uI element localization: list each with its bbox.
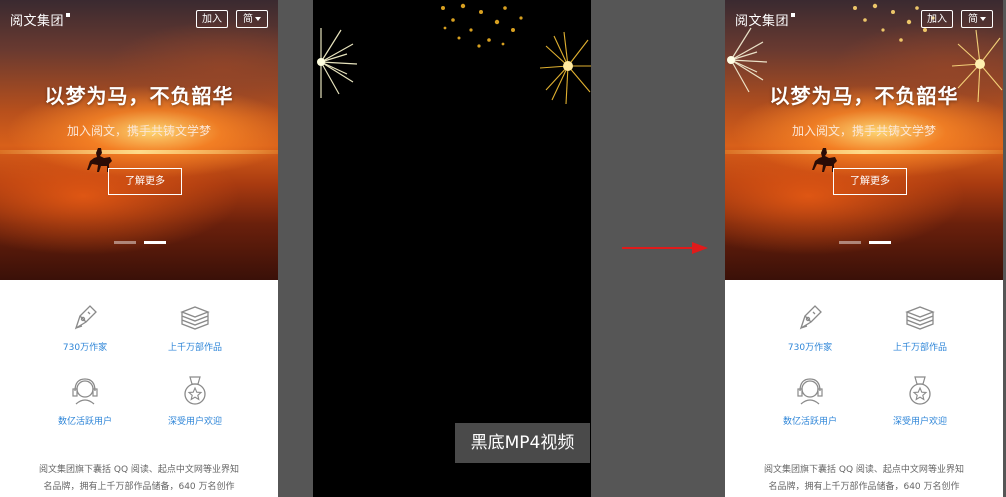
- feature-label: 深受用户欢迎: [167, 417, 222, 427]
- feature-users[interactable]: 数亿活跃用户: [755, 374, 865, 427]
- book-stack-icon: [180, 306, 210, 330]
- join-button[interactable]: 加入: [196, 10, 228, 28]
- phone-mockup-composited: 阅文集团 加入 简 以梦为马，不负韶华 加入阅文，携手共铸文学梦 了解更多 73…: [725, 0, 1003, 497]
- medal-icon: [184, 376, 206, 405]
- brand-logo[interactable]: 阅文集团: [10, 10, 71, 29]
- feature-label: 深受用户欢迎: [892, 417, 947, 427]
- language-dropdown[interactable]: 简: [961, 10, 993, 28]
- video-caption: 黑底MP4视频: [455, 423, 590, 463]
- chevron-down-icon: [255, 17, 261, 21]
- carousel-dot[interactable]: [114, 241, 136, 244]
- brand-name: 阅文集团: [10, 14, 65, 29]
- intro-line: 名品牌，拥有上千万部作品储备，640 万名创作: [43, 482, 235, 492]
- feature-works[interactable]: 上千万部作品: [140, 300, 250, 353]
- brand-name: 阅文集团: [735, 14, 790, 29]
- hero-horizon: [725, 150, 1003, 154]
- features-section: 730万作家 上千万部作品 数亿活跃用户 深受用户欢迎 阅文集团旗下囊括 QQ …: [725, 280, 1003, 497]
- feature-label: 上千万部作品: [892, 343, 947, 353]
- medal-icon: [909, 376, 931, 405]
- firework-burst-top: [441, 3, 523, 48]
- carousel-dot[interactable]: [839, 241, 861, 244]
- hero-horizon: [0, 150, 278, 154]
- phone-mockup-original: 阅文集团 加入 简 以梦为马，不负韶华 加入阅文，携手共铸文学梦 了解更多 73…: [0, 0, 278, 497]
- firework-burst-left: [317, 28, 358, 98]
- pen-nib-icon: [74, 305, 97, 330]
- hero-banner: 阅文集团 加入 简 以梦为马，不负韶华 加入阅文，携手共铸文学梦 了解更多: [0, 0, 278, 280]
- brand-mark-icon: [66, 13, 71, 17]
- hero-banner: 阅文集团 加入 简 以梦为马，不负韶华 加入阅文，携手共铸文学梦 了解更多: [725, 0, 1003, 280]
- hero-title: 以梦为马，不负韶华: [44, 84, 234, 108]
- feature-label: 730万作家: [62, 343, 108, 353]
- learn-more-button[interactable]: 了解更多: [108, 168, 182, 195]
- carousel-dot-active[interactable]: [144, 241, 166, 244]
- book-stack-icon: [905, 306, 935, 330]
- feature-label: 730万作家: [787, 343, 833, 353]
- intro-line: 名品牌，拥有上千万部作品储备，640 万名创作: [768, 482, 960, 492]
- brand-mark-icon: [791, 13, 796, 17]
- language-dropdown[interactable]: 简: [236, 10, 268, 28]
- intro-line: 阅文集团旗下囊括 QQ 阅读、起点中文网等业界知: [39, 465, 239, 475]
- feature-label: 上千万部作品: [167, 343, 222, 353]
- feature-users[interactable]: 数亿活跃用户: [30, 374, 140, 427]
- intro-line: 阅文集团旗下囊括 QQ 阅读、起点中文网等业界知: [764, 465, 964, 475]
- language-label: 简: [243, 14, 253, 25]
- feature-label: 数亿活跃用户: [782, 417, 837, 427]
- feature-popular[interactable]: 深受用户欢迎: [865, 374, 975, 427]
- feature-writers[interactable]: 730万作家: [755, 300, 865, 353]
- hero-subtitle: 加入阅文，携手共铸文学梦: [66, 124, 211, 138]
- right-arrow-icon: [622, 242, 708, 254]
- chevron-down-icon: [980, 17, 986, 21]
- language-label: 简: [968, 14, 978, 25]
- feature-label: 数亿活跃用户: [57, 417, 112, 427]
- learn-more-button[interactable]: 了解更多: [833, 168, 907, 195]
- hero-subtitle: 加入阅文，携手共铸文学梦: [791, 124, 936, 138]
- feature-popular[interactable]: 深受用户欢迎: [140, 374, 250, 427]
- firework-burst-right: [539, 31, 591, 105]
- hero-title: 以梦为马，不负韶华: [769, 84, 959, 108]
- join-button[interactable]: 加入: [921, 10, 953, 28]
- brand-logo[interactable]: 阅文集团: [735, 10, 796, 29]
- feature-writers[interactable]: 730万作家: [30, 300, 140, 353]
- user-headphones-icon: [797, 378, 823, 405]
- intro-paragraph: 阅文集团旗下囊括 QQ 阅读、起点中文网等业界知 名品牌，拥有上千万部作品储备，…: [745, 462, 983, 496]
- features-section: 730万作家 上千万部作品 数亿活跃用户 深受用户欢迎 阅文集团旗下囊括 QQ …: [0, 280, 278, 497]
- intro-paragraph: 阅文集团旗下囊括 QQ 阅读、起点中文网等业界知 名品牌，拥有上千万部作品储备，…: [20, 462, 258, 496]
- pen-nib-icon: [799, 305, 822, 330]
- feature-works[interactable]: 上千万部作品: [865, 300, 975, 353]
- user-headphones-icon: [72, 378, 98, 405]
- carousel-dot-active[interactable]: [869, 241, 891, 244]
